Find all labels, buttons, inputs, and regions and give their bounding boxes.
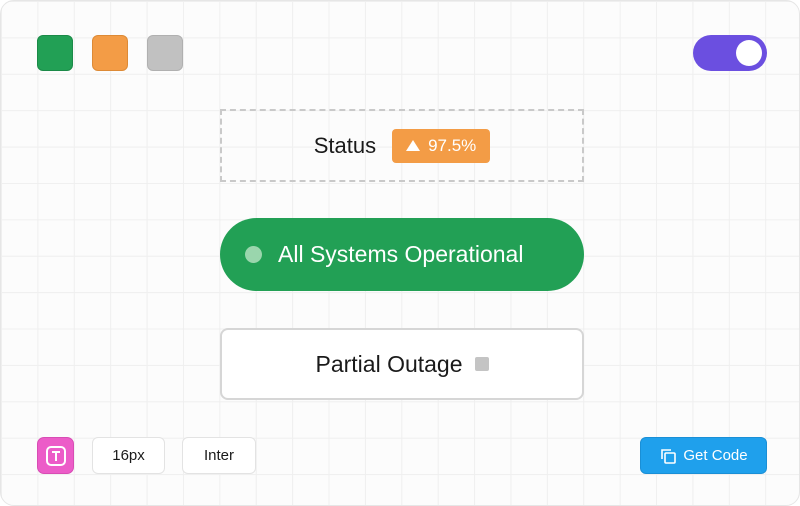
get-code-button[interactable]: Get Code [640,437,767,474]
editor-canvas: Status 97.5% All Systems Operational Par… [0,0,800,506]
font-size-chip[interactable]: 16px [92,437,165,474]
status-badge-value: 97.5% [428,135,477,155]
status-box: Status 97.5% [220,109,584,182]
copy-icon [661,448,677,464]
font-family-label: Inter [203,447,234,464]
orange-color-swatch[interactable] [92,35,128,71]
status-label: Status [313,132,377,158]
font-family-chip[interactable]: Inter [182,437,256,474]
status-dot-icon [245,246,262,263]
gray-color-swatch[interactable] [147,35,183,71]
gray-square-icon [474,357,489,371]
triangle-up-icon [406,140,421,151]
font-size-label: 16px [112,447,145,464]
theme-toggle[interactable] [693,35,767,71]
partial-outage-label: Partial Outage [315,350,463,377]
all-systems-operational-pill[interactable]: All Systems Operational [220,218,584,291]
text-type-icon[interactable] [37,437,74,474]
green-color-swatch[interactable] [37,35,73,71]
get-code-label: Get Code [683,447,748,464]
partial-outage-button[interactable]: Partial Outage [220,328,584,400]
toggle-knob [736,40,762,66]
status-badge: 97.5% [392,128,491,163]
operational-label: All Systems Operational [278,241,524,267]
